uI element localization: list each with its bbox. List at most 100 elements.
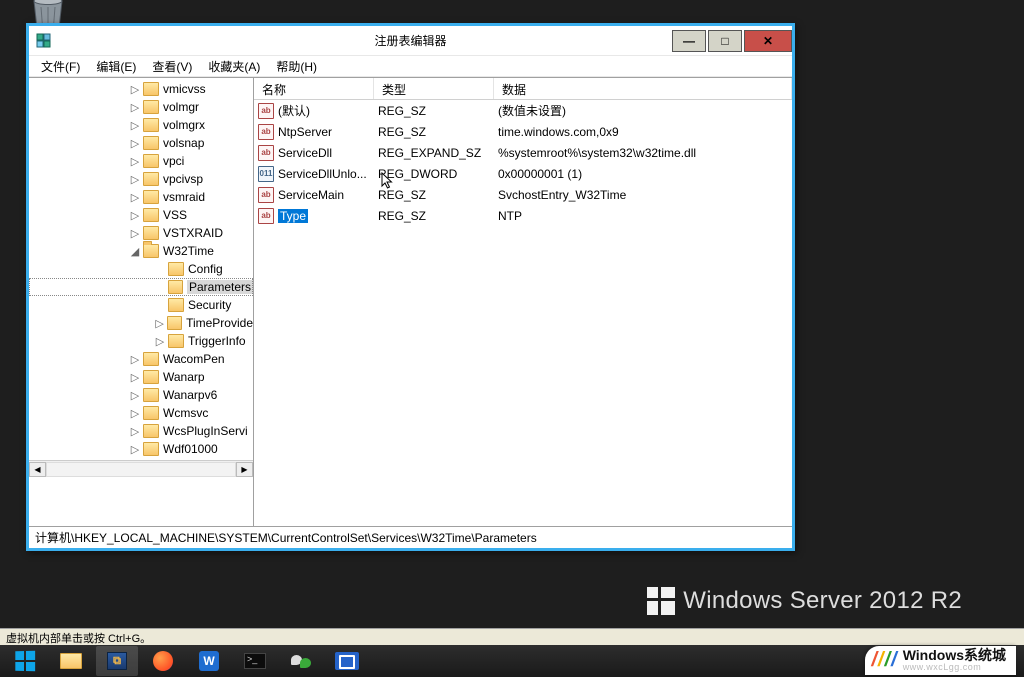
tree-item[interactable]: ▷volmgrx xyxy=(29,116,253,134)
maximize-button[interactable]: □ xyxy=(708,30,742,52)
list-row[interactable]: 011ServiceDllUnlo...REG_DWORD0x00000001 … xyxy=(254,163,792,184)
column-data[interactable]: 数据 xyxy=(494,78,792,99)
folder-icon xyxy=(143,442,159,456)
expand-icon[interactable]: ▷ xyxy=(129,209,141,222)
list-row[interactable]: abTypeREG_SZNTP xyxy=(254,205,792,226)
expand-icon[interactable]: ▷ xyxy=(129,83,141,96)
folder-icon xyxy=(168,334,184,348)
value-data: 0x00000001 (1) xyxy=(498,167,792,181)
tree-item[interactable]: ◢ W32Time xyxy=(29,242,253,260)
list-pane: 名称 类型 数据 ab(默认)REG_SZ(数值未设置)abNtpServerR… xyxy=(254,78,792,526)
reg-string-icon: ab xyxy=(258,124,274,140)
menu-edit[interactable]: 编辑(E) xyxy=(88,56,144,77)
expand-icon[interactable]: ▷ xyxy=(129,191,141,204)
tree-item-label: vmicvss xyxy=(163,82,206,96)
list-body[interactable]: ab(默认)REG_SZ(数值未设置)abNtpServerREG_SZtime… xyxy=(254,100,792,526)
expand-icon[interactable]: ▷ xyxy=(129,173,141,186)
expand-icon[interactable]: ▷ xyxy=(129,443,141,456)
menu-help[interactable]: 帮助(H) xyxy=(268,56,325,77)
scroll-track[interactable] xyxy=(46,462,236,477)
tree-item[interactable]: ▷ Wanarpv6 xyxy=(29,386,253,404)
column-type[interactable]: 类型 xyxy=(374,78,494,99)
menu-favorites[interactable]: 收藏夹(A) xyxy=(200,56,268,77)
tree-item[interactable]: ▷TimeProvide xyxy=(29,314,253,332)
branding-text: Windows Server 2012 xyxy=(683,587,923,614)
folder-icon xyxy=(143,388,159,402)
tree-item[interactable]: Security xyxy=(29,296,253,314)
tree-item[interactable]: ▷VSS xyxy=(29,206,253,224)
tree-item-label: WacomPen xyxy=(163,352,225,366)
folder-icon xyxy=(143,100,159,114)
value-type: REG_DWORD xyxy=(378,167,498,181)
expand-icon[interactable]: ▷ xyxy=(129,119,141,132)
folder-icon xyxy=(143,352,159,366)
list-row[interactable]: ab(默认)REG_SZ(数值未设置) xyxy=(254,100,792,121)
list-row[interactable]: abNtpServerREG_SZtime.windows.com,0x9 xyxy=(254,121,792,142)
tree-item[interactable]: ▷ volmgr xyxy=(29,98,253,116)
tree-item[interactable]: ▷vsmraid xyxy=(29,188,253,206)
tree-item[interactable]: ▷Wcmsvc xyxy=(29,404,253,422)
taskbar-wps[interactable]: W xyxy=(188,646,230,676)
scroll-right-button[interactable]: ▶ xyxy=(236,462,253,477)
tree-item[interactable]: ▷WcsPlugInServi xyxy=(29,422,253,440)
tree-item[interactable]: Config xyxy=(29,260,253,278)
value-name: (默认) xyxy=(278,102,378,119)
taskbar-wechat[interactable] xyxy=(280,646,322,676)
column-name[interactable]: 名称 xyxy=(254,78,374,99)
watermark-logo-icon: //// xyxy=(871,650,896,670)
expand-icon[interactable]: ▷ xyxy=(154,335,166,348)
titlebar[interactable]: 注册表编辑器 — □ ✕ xyxy=(29,26,792,56)
expand-icon[interactable]: ▷ xyxy=(129,371,141,384)
tree-item[interactable]: ▷ Wanarp xyxy=(29,368,253,386)
taskbar-cmd[interactable]: >_ xyxy=(234,646,276,676)
tree-item-label: Wanarpv6 xyxy=(163,388,217,402)
tree-item[interactable]: Parameters xyxy=(29,278,253,296)
tree-item-label: Config xyxy=(188,262,223,276)
tree-item[interactable]: ▷VSTXRAID xyxy=(29,224,253,242)
folder-icon xyxy=(143,172,159,186)
tree-item-label: W32Time xyxy=(163,244,214,258)
tree-pane[interactable]: ▷ vmicvss ▷ volmgr ▷volmgrx▷volsnap▷vpci▷vpc… xyxy=(29,78,254,526)
tree-item[interactable]: ▷ WacomPen xyxy=(29,350,253,368)
collapse-icon[interactable]: ◢ xyxy=(129,245,141,258)
list-row[interactable]: abServiceDllREG_EXPAND_SZ%systemroot%\sy… xyxy=(254,142,792,163)
expand-icon[interactable]: ▷ xyxy=(129,227,141,240)
remote-icon xyxy=(335,652,359,670)
menu-file[interactable]: 文件(F) xyxy=(33,56,88,77)
list-row[interactable]: abServiceMainREG_SZSvchostEntry_W32Time xyxy=(254,184,792,205)
taskbar-remote[interactable] xyxy=(326,646,368,676)
minimize-button[interactable]: — xyxy=(672,30,706,52)
tree-item[interactable]: ▷ vmicvss xyxy=(29,80,253,98)
expand-icon[interactable]: ▷ xyxy=(129,425,141,438)
expand-icon[interactable]: ▷ xyxy=(129,155,141,168)
tree-h-scrollbar[interactable]: ◀ ▶ xyxy=(29,460,253,477)
tree-item[interactable]: ▷vpcivsp xyxy=(29,170,253,188)
folder-icon xyxy=(143,118,159,132)
expand-icon[interactable]: ▷ xyxy=(129,389,141,402)
tree-item-label: Wanarp xyxy=(163,370,205,384)
value-type: REG_SZ xyxy=(378,104,498,118)
tree-item[interactable]: ▷volsnap xyxy=(29,134,253,152)
folder-icon xyxy=(143,244,159,258)
wechat-icon xyxy=(291,651,311,671)
scroll-left-button[interactable]: ◀ xyxy=(29,462,46,477)
expand-icon[interactable]: ▷ xyxy=(154,317,165,330)
taskbar-vmware[interactable]: ⧉ xyxy=(96,646,138,676)
tree-item[interactable]: ▷vpci xyxy=(29,152,253,170)
folder-icon xyxy=(143,424,159,438)
tree-item-label: volmgr xyxy=(163,100,199,114)
taskbar-firefox[interactable] xyxy=(142,646,184,676)
taskbar-explorer[interactable] xyxy=(50,646,92,676)
start-button[interactable] xyxy=(4,646,46,676)
expand-icon[interactable]: ▷ xyxy=(129,101,141,114)
tree-item[interactable]: ▷Wdf01000 xyxy=(29,440,253,458)
value-name: ServiceDll xyxy=(278,146,378,160)
tree-item[interactable]: ▷TriggerInfo xyxy=(29,332,253,350)
folder-icon xyxy=(168,280,183,294)
firefox-icon xyxy=(153,651,173,671)
expand-icon[interactable]: ▷ xyxy=(129,353,141,366)
expand-icon[interactable]: ▷ xyxy=(129,137,141,150)
expand-icon[interactable]: ▷ xyxy=(129,407,141,420)
menu-view[interactable]: 查看(V) xyxy=(144,56,200,77)
close-button[interactable]: ✕ xyxy=(744,30,792,52)
